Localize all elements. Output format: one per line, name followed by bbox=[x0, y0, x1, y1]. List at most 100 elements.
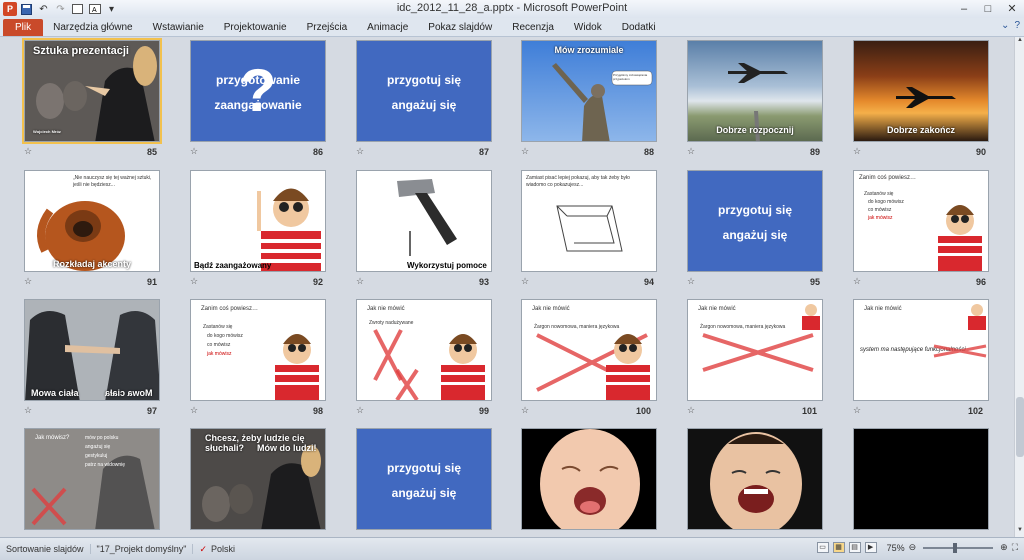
slide-thumbnail[interactable]: Zamiast pisać lepiej pokazuj, aby tak że… bbox=[521, 170, 657, 272]
animation-star-icon: ☆ bbox=[521, 405, 530, 415]
fit-to-window-icon[interactable]: ⛶ bbox=[1012, 542, 1018, 553]
animation-star-icon: ☆ bbox=[521, 146, 530, 156]
slide-thumbnail[interactable]: Wykorzystuj pomoce bbox=[356, 170, 492, 272]
slide-line2: zaangażowanie bbox=[214, 98, 302, 112]
slide-thumbnail[interactable]: Jak mówisz? mów po polsku angażuj się ge… bbox=[24, 428, 160, 530]
animation-star-icon: ☆ bbox=[853, 405, 862, 415]
slide-thumbnail[interactable]: Sztuka prezentacji Wojciech Mróz bbox=[22, 38, 162, 144]
slide-sorter-view-icon[interactable]: ▦ bbox=[832, 542, 845, 553]
slide-thumbnail[interactable]: Jak nie mówić Żargon nowomowa, maniera j… bbox=[521, 299, 657, 401]
slide-thumbnail[interactable]: przygotuj się angażuj się bbox=[687, 170, 823, 272]
list-item: mów po polsku bbox=[85, 435, 119, 441]
slide-thumbnail[interactable] bbox=[853, 428, 989, 530]
close-icon[interactable]: ✕ bbox=[1000, 0, 1024, 17]
quick-access-toolbar: P ↶ ↷ A ▾ bbox=[0, 0, 119, 18]
zoom-slider-thumb[interactable] bbox=[953, 542, 958, 553]
slide-show-view-icon[interactable]: ▶ bbox=[864, 542, 877, 553]
customize-dropdown-icon[interactable]: ▾ bbox=[104, 2, 119, 17]
status-theme[interactable]: "17_Projekt domyślny" bbox=[91, 544, 194, 554]
slide-line1: przygotuj się bbox=[386, 73, 461, 87]
slide-thumbnail[interactable]: Mów zrozumiale Przyjęliśmy zobowiązania … bbox=[521, 40, 657, 142]
tab-insert[interactable]: Wstawianie bbox=[143, 19, 214, 36]
scrollbar-thumb[interactable] bbox=[1016, 397, 1024, 457]
save-icon[interactable] bbox=[19, 2, 34, 17]
animation-star-icon: ☆ bbox=[190, 405, 199, 415]
slide-caption: Bądź zaangażowany bbox=[194, 261, 272, 270]
zoom-in-icon[interactable]: ⊕ bbox=[1000, 542, 1008, 553]
scroll-up-icon[interactable]: ▲ bbox=[1015, 37, 1024, 47]
status-language[interactable]: Polski bbox=[211, 544, 235, 554]
slide-thumbnail[interactable]: Dobrze rozpocznij bbox=[687, 40, 823, 142]
tab-file[interactable]: Plik bbox=[3, 19, 44, 36]
undo-icon[interactable]: ↶ bbox=[36, 2, 51, 17]
animation-star-icon: ☆ bbox=[687, 146, 696, 156]
tab-design[interactable]: Projektowanie bbox=[214, 19, 297, 36]
slide-number: 100 bbox=[635, 406, 651, 416]
animation-star-icon: ☆ bbox=[356, 405, 365, 415]
ribbon-right-icons: ⌄ ? bbox=[1001, 20, 1020, 31]
zoom-slider[interactable] bbox=[923, 542, 994, 553]
status-bar: Sortowanie slajdów "17_Projekt domyślny"… bbox=[0, 537, 1024, 560]
scroll-down-icon[interactable]: ▼ bbox=[1015, 527, 1024, 537]
slide-thumbnail[interactable]: Dobrze zakończ bbox=[853, 40, 989, 142]
expand-ribbon-icon[interactable]: ⌄ bbox=[1001, 20, 1009, 31]
slide-line2: angażuj się bbox=[391, 98, 457, 112]
text-box-icon[interactable]: A bbox=[87, 2, 102, 17]
tab-transitions[interactable]: Przejścia bbox=[297, 19, 358, 36]
slide-number: 87 bbox=[478, 147, 489, 157]
slide-thumbnail[interactable]: przygotuj się angażuj się bbox=[356, 428, 492, 530]
list-item: angażuj się bbox=[85, 444, 111, 450]
tab-add-ins[interactable]: Dodatki bbox=[612, 19, 666, 36]
list-item: gestykuluj bbox=[85, 453, 108, 459]
slide-thumbnail[interactable]: Bądź zaangażowany bbox=[190, 170, 326, 272]
slide-number: 98 bbox=[312, 406, 323, 416]
slide-thumbnail[interactable]: Jak nie mówić system ma następujące funk… bbox=[853, 299, 989, 401]
reading-view-icon[interactable]: ▤ bbox=[848, 542, 861, 553]
slide-thumbnail[interactable]: Zanim coś powiesz… Zastanów się do kogo … bbox=[853, 170, 989, 272]
tab-slide-show[interactable]: Pokaz slajdów bbox=[418, 19, 502, 36]
slide-thumbnail[interactable]: Mowa ciała Mowa ciała bbox=[24, 299, 160, 401]
slide-thumbnail[interactable]: Jak nie mówić Zwroty nadużywane bbox=[356, 299, 492, 401]
slide-thumbnail[interactable]: ? przygotowanie zaangażowanie bbox=[190, 40, 326, 142]
normal-view-icon[interactable]: ▭ bbox=[816, 542, 829, 553]
slide-number: 92 bbox=[312, 277, 323, 287]
slide-thumbnail[interactable] bbox=[687, 428, 823, 530]
animation-star-icon: ☆ bbox=[853, 146, 862, 156]
question-mark: ? bbox=[239, 57, 277, 124]
new-slide-icon[interactable] bbox=[70, 2, 85, 17]
redo-icon[interactable]: ↷ bbox=[53, 2, 68, 17]
status-language-group: ✓ Polski bbox=[193, 544, 241, 555]
window-title: idc_2012_11_28_a.pptx - Microsoft PowerP… bbox=[396, 2, 628, 14]
tab-review[interactable]: Recenzja bbox=[502, 19, 564, 36]
slide-number: 97 bbox=[146, 406, 157, 416]
spell-check-icon[interactable]: ✓ bbox=[199, 544, 207, 555]
slide-thumbnail[interactable] bbox=[521, 428, 657, 530]
powerpoint-app-icon[interactable]: P bbox=[3, 2, 17, 16]
tab-animations[interactable]: Animacje bbox=[357, 19, 418, 36]
animation-star-icon: ☆ bbox=[24, 146, 33, 156]
slide-thumbnail[interactable]: przygotuj się angażuj się bbox=[356, 40, 492, 142]
help-icon[interactable]: ? bbox=[1014, 20, 1020, 31]
slide-thumbnail[interactable]: Jak nie mówić Żargon nowomowa, maniera j… bbox=[687, 299, 823, 401]
animation-star-icon: ☆ bbox=[521, 276, 530, 286]
slide-number: 96 bbox=[975, 277, 986, 287]
slide-thumbnail[interactable]: „Nie nauczysz się tej ważnej sztuki, jeś… bbox=[24, 170, 160, 272]
ribbon-tabs: Plik Narzędzia główne Wstawianie Projekt… bbox=[0, 18, 1024, 37]
slide-line1: przygotuj się bbox=[386, 461, 461, 475]
animation-star-icon: ☆ bbox=[687, 276, 696, 286]
animation-star-icon: ☆ bbox=[190, 146, 199, 156]
powerpoint-window: P ↶ ↷ A ▾ idc_2012_11_28_a.pptx - Micros… bbox=[0, 0, 1024, 560]
window-controls: – □ ✕ bbox=[952, 0, 1024, 17]
slide-number: 93 bbox=[478, 277, 489, 287]
tab-home[interactable]: Narzędzia główne bbox=[43, 19, 143, 36]
zoom-level[interactable]: 75% bbox=[887, 543, 905, 553]
slide-line2: angażuj się bbox=[391, 486, 457, 500]
tab-view[interactable]: Widok bbox=[564, 19, 612, 36]
status-view: Sortowanie slajdów bbox=[0, 544, 91, 554]
zoom-out-icon[interactable]: ⊖ bbox=[909, 542, 917, 553]
slide-thumbnail[interactable]: Chcesz, żeby ludzie cię słuchali? Mów do… bbox=[190, 428, 326, 530]
minimize-icon[interactable]: – bbox=[952, 0, 976, 17]
vertical-scrollbar[interactable]: ▲ ▼ bbox=[1014, 37, 1024, 537]
maximize-icon[interactable]: □ bbox=[976, 0, 1000, 17]
slide-thumbnail[interactable]: Zanim coś powiesz… Zastanów się do kogo … bbox=[190, 299, 326, 401]
